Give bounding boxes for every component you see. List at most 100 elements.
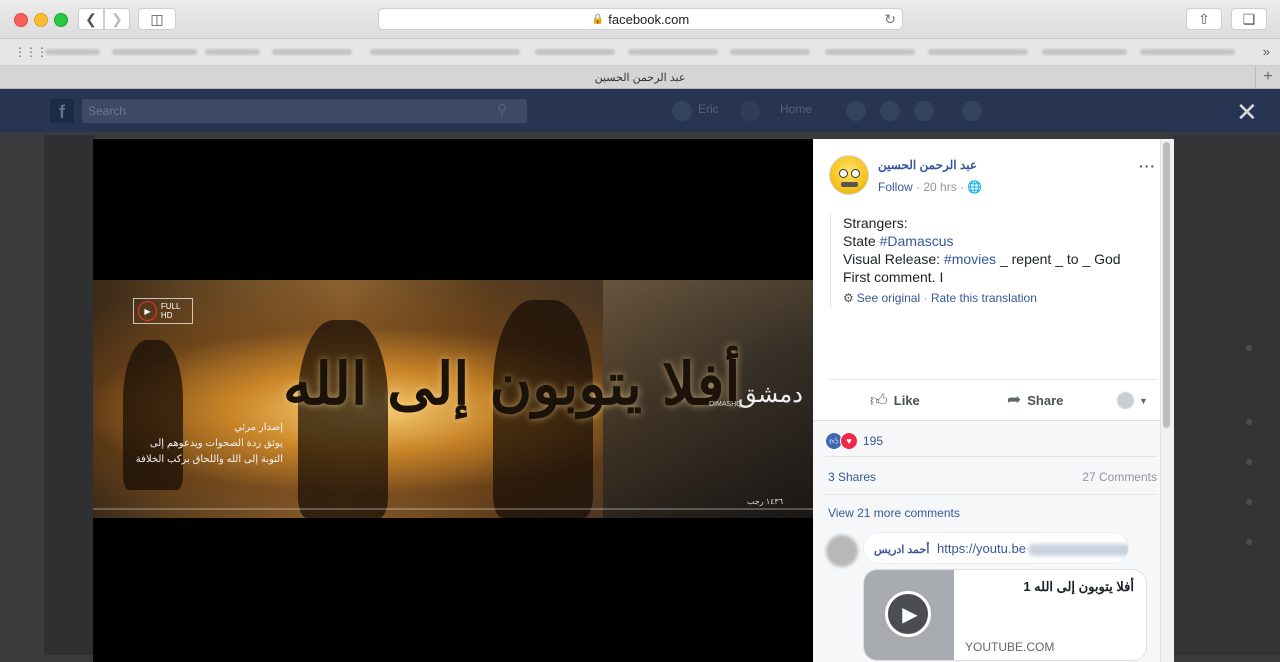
hashtag-link[interactable]: #movies xyxy=(944,251,996,267)
love-reaction-icon: ♥ xyxy=(840,432,858,450)
redacted-link xyxy=(1027,543,1128,556)
grid-icon[interactable]: ⋮⋮⋮ xyxy=(14,45,48,59)
follow-button[interactable]: Follow xyxy=(878,180,913,194)
share-button[interactable]: ⇧ xyxy=(1186,8,1222,30)
share-label: Share xyxy=(1027,392,1064,408)
minimize-window-button[interactable] xyxy=(34,13,48,27)
video-progress-bar[interactable] xyxy=(93,508,813,510)
browser-titlebar: ❮ ❯ ◫ 🔒 facebook.com ↻ ⇧ ❏ xyxy=(0,0,1280,39)
favorite-item[interactable] xyxy=(825,49,915,55)
close-window-button[interactable] xyxy=(14,13,28,27)
notifications-icon[interactable] xyxy=(914,101,934,121)
badge-text: FULL HD xyxy=(160,302,181,320)
post-timestamp[interactable]: 20 hrs xyxy=(923,180,956,194)
translation-links: ⚙ See original · Rate this translation xyxy=(843,289,1163,307)
text-segment: Visual Release: xyxy=(843,251,944,267)
video-thumbnail[interactable]: ▶ FULL HD أفلا يتوبون إلى الله دمشق DIMA… xyxy=(93,280,813,518)
shares-link[interactable]: 3 Shares xyxy=(828,470,876,484)
commenter-name[interactable]: أحمد ادريس xyxy=(874,544,929,556)
favorite-item[interactable] xyxy=(45,49,100,55)
more-options-icon[interactable]: ··· xyxy=(1139,158,1156,174)
address-bar[interactable]: 🔒 facebook.com ↻ xyxy=(378,8,903,30)
chevron-double-right-icon[interactable]: » xyxy=(1263,44,1270,59)
friend-requests-icon[interactable] xyxy=(846,101,866,121)
audience-selector[interactable]: ▼ xyxy=(1117,392,1148,409)
hd-badge: ▶ FULL HD xyxy=(133,298,193,324)
favorite-item[interactable] xyxy=(628,49,718,55)
home-link[interactable]: Home xyxy=(780,102,812,116)
tab-bar: عبد الرحمن الحسين + xyxy=(0,66,1280,89)
zoom-window-button[interactable] xyxy=(54,13,68,27)
status-dot xyxy=(1246,345,1252,351)
messenger-icon[interactable] xyxy=(880,101,900,121)
caption-line: يوثق ردة الصحوات ويدعوهم إلى xyxy=(149,438,283,449)
status-dot xyxy=(1246,499,1252,505)
comments-count-link[interactable]: 27 Comments xyxy=(1082,470,1157,484)
author-avatar[interactable] xyxy=(829,155,869,195)
reactions-summary[interactable]: 👍︎ ♥ 195 xyxy=(825,432,883,450)
sidebar-toggle-button[interactable]: ◫ xyxy=(138,8,176,30)
rate-translation-link[interactable]: Rate this translation xyxy=(931,291,1037,305)
like-label: Like xyxy=(893,392,920,408)
panel-scrollbar-thumb[interactable] xyxy=(1163,142,1170,428)
audience-avatar xyxy=(1117,392,1134,409)
reaction-count: 195 xyxy=(863,434,884,448)
dimmed-right-column xyxy=(1173,135,1280,655)
post-panel: عبد الرحمن الحسين Follow · 20 hrs · 🌐 ··… xyxy=(813,139,1173,662)
favorite-item[interactable] xyxy=(112,49,197,55)
forward-button[interactable]: ❯ xyxy=(104,8,130,30)
favorite-item[interactable] xyxy=(370,49,520,55)
gear-icon: ⚙ xyxy=(843,291,854,305)
play-icon[interactable]: ▶ xyxy=(885,591,931,637)
favorite-item[interactable] xyxy=(1140,49,1235,55)
text-segment: _ repent _ to _ God xyxy=(996,251,1121,267)
link-preview-thumbnail: ▶ xyxy=(864,570,954,660)
thumbnail-logo: دمشق xyxy=(738,380,803,408)
post-line: First comment. I xyxy=(843,269,944,285)
back-button[interactable]: ❮ xyxy=(78,8,104,30)
avatar-eye xyxy=(851,169,860,178)
search-icon[interactable]: ⚲ xyxy=(497,101,507,118)
commenter-avatar[interactable] xyxy=(826,535,858,567)
search-input[interactable]: Search xyxy=(82,99,527,123)
favorites-bar: ⋮⋮⋮ » xyxy=(0,39,1280,66)
link-preview-title: أفلا يتوبون إلى الله 1 xyxy=(1023,579,1134,594)
share-post-button[interactable]: ➦ Share xyxy=(1007,390,1063,410)
link-preview-card[interactable]: ▶ أفلا يتوبون إلى الله 1 YOUTUBE.COM xyxy=(863,569,1147,661)
favorite-item[interactable] xyxy=(928,49,1028,55)
thumbnail-title: أفلا يتوبون إلى الله xyxy=(283,350,741,418)
post-author[interactable]: عبد الرحمن الحسين xyxy=(878,158,977,172)
favorite-item[interactable] xyxy=(272,49,352,55)
view-more-comments-link[interactable]: View 21 more comments xyxy=(828,506,960,520)
status-dot xyxy=(1246,419,1252,425)
facebook-header: f Search ⚲ Eric Home ✕ xyxy=(0,89,1280,132)
dimmed-left-column xyxy=(44,135,94,655)
reload-icon[interactable]: ↻ xyxy=(884,11,896,28)
caption-line: التوبة إلى الله واللحاق بركب الخلافة xyxy=(135,454,283,465)
link-preview-domain: YOUTUBE.COM xyxy=(965,640,1055,654)
favorite-item[interactable] xyxy=(535,49,615,55)
find-friends-icon[interactable] xyxy=(740,101,760,121)
facebook-logo-icon[interactable]: f xyxy=(50,99,74,123)
status-dot xyxy=(1246,459,1252,465)
comment-link[interactable]: https://youtu.be xyxy=(937,541,1026,556)
tab-title[interactable]: عبد الرحمن الحسين xyxy=(595,71,686,84)
hashtag-link[interactable]: #Damascus xyxy=(880,233,954,249)
divider xyxy=(825,494,1157,495)
close-icon[interactable]: ✕ xyxy=(1236,97,1258,128)
like-button[interactable]: 👍︎ Like xyxy=(870,390,920,410)
profile-avatar-icon[interactable] xyxy=(672,101,692,121)
show-tabs-button[interactable]: ❏ xyxy=(1231,8,1267,30)
help-icon[interactable] xyxy=(962,101,982,121)
new-tab-button[interactable]: + xyxy=(1255,66,1280,88)
comment-bubble: أحمد ادريس https://youtu.be xyxy=(863,532,1129,564)
chevron-right-icon: ❯ xyxy=(111,10,123,27)
media-viewer[interactable]: ▶ FULL HD أفلا يتوبون إلى الله دمشق DIMA… xyxy=(93,139,813,662)
see-original-link[interactable]: See original xyxy=(857,291,920,305)
profile-name[interactable]: Eric xyxy=(698,102,719,116)
favorite-item[interactable] xyxy=(205,49,260,55)
avatar-mouth xyxy=(841,182,858,187)
favorite-item[interactable] xyxy=(730,49,810,55)
divider xyxy=(813,420,1160,421)
favorite-item[interactable] xyxy=(1042,49,1127,55)
